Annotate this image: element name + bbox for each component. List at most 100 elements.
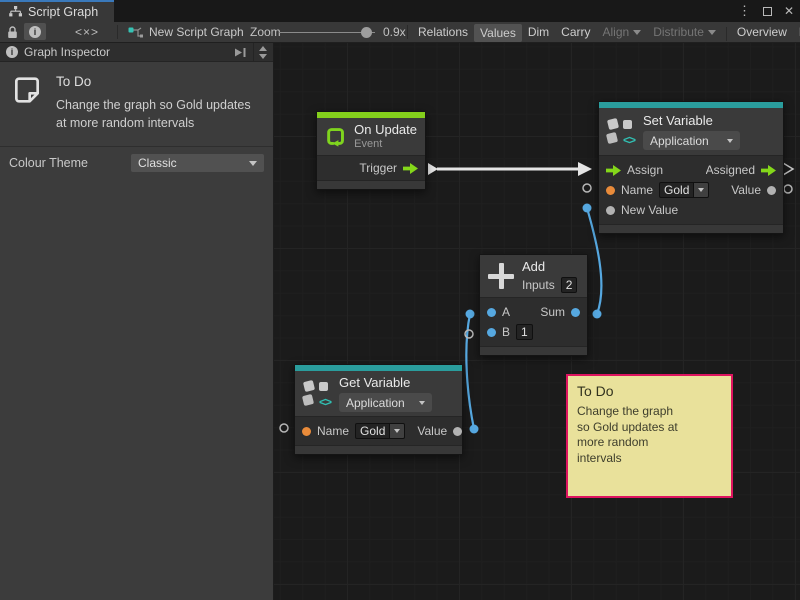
info-icon: i: [29, 26, 41, 38]
variables-icon: <>: [303, 380, 331, 407]
port-row-new-value: New Value: [606, 200, 776, 220]
variable-name-value[interactable]: Gold: [659, 182, 694, 198]
port-connection-dot[interactable]: [593, 310, 602, 319]
wire-end-arrow-icon: [578, 162, 592, 176]
kebab-menu-icon[interactable]: ⋮: [738, 3, 751, 19]
update-loop-icon: [325, 123, 346, 150]
graph-breadcrumb[interactable]: New Script Graph: [128, 22, 244, 42]
toolbar-separator: [407, 25, 408, 39]
new-value-port-label: New Value: [621, 203, 678, 217]
tab-title: Script Graph: [28, 5, 98, 19]
assigned-port-label: Assigned: [706, 163, 755, 177]
toolbar-separator: [117, 25, 118, 39]
name-port-icon[interactable]: [302, 427, 311, 436]
carry-button[interactable]: Carry: [555, 22, 596, 42]
node-set-variable[interactable]: <> Set Variable Application Assign Assig…: [598, 101, 784, 234]
todo-summary: To Do Change the graph so Gold updates a…: [0, 62, 273, 147]
node-get-variable[interactable]: <> Get Variable Application Name Gold Va…: [294, 364, 463, 455]
panel-expand-icon[interactable]: [233, 47, 247, 58]
a-port-label: A: [502, 305, 510, 319]
tab-script-graph[interactable]: Script Graph: [0, 0, 114, 22]
port-connection-dot[interactable]: [583, 204, 592, 213]
flow-arrow-icon[interactable]: [761, 165, 776, 176]
a-port-icon[interactable]: [487, 308, 496, 317]
node-add[interactable]: Add Inputs 2 A Sum B 1: [479, 254, 588, 356]
empty-port-circle-icon[interactable]: [465, 330, 473, 338]
node-title: Get Variable: [339, 375, 432, 391]
port-row-assign: Assign Assigned: [606, 160, 776, 180]
align-label: Align: [603, 25, 630, 39]
name-port-icon[interactable]: [606, 186, 615, 195]
empty-port-circle-icon[interactable]: [583, 184, 591, 192]
b-port-icon[interactable]: [487, 328, 496, 337]
zoom-slider-handle[interactable]: [361, 27, 372, 38]
port-row-a-sum: A Sum: [487, 302, 580, 322]
empty-port-circle-icon[interactable]: [280, 424, 288, 432]
empty-port-circle-icon[interactable]: [784, 185, 792, 193]
graph-canvas[interactable]: On Update Event Trigger <> Set Variable: [274, 43, 800, 600]
wire-start-arrow-icon: [428, 163, 438, 175]
flow-arrow-icon[interactable]: [606, 165, 621, 176]
port-row-b: B 1: [487, 322, 580, 342]
dim-button[interactable]: Dim: [522, 22, 555, 42]
colour-theme-value: Classic: [138, 156, 177, 170]
variable-name-dropdown[interactable]: Gold: [355, 423, 405, 439]
name-port-label: Name: [317, 424, 349, 438]
variable-scope-dropdown[interactable]: Application: [643, 131, 740, 150]
overview-button[interactable]: Overview: [731, 22, 793, 42]
scope-value: Application: [346, 396, 405, 410]
empty-flow-port-icon[interactable]: [783, 163, 793, 175]
variable-scope-dropdown[interactable]: Application: [339, 393, 432, 412]
maximize-icon[interactable]: [763, 7, 772, 16]
zoom-slider[interactable]: [279, 32, 375, 33]
variable-name-dropdown[interactable]: Gold: [659, 182, 709, 198]
fullscreen-button[interactable]: Full Screen: [793, 22, 800, 42]
value-port-label: Value: [417, 424, 447, 438]
zoom-value: 0.9x: [383, 22, 406, 42]
close-icon[interactable]: ✕: [784, 4, 794, 18]
colour-theme-row: Colour Theme Classic: [0, 147, 273, 179]
port-row-name-value: Name Gold Value: [302, 421, 455, 441]
sum-port-icon[interactable]: [571, 308, 580, 317]
colour-theme-dropdown[interactable]: Classic: [131, 154, 264, 172]
inspector-header: i Graph Inspector: [0, 43, 273, 62]
variable-name-value[interactable]: Gold: [355, 423, 390, 439]
window-controls: ⋮ ✕: [738, 0, 794, 22]
trigger-port-label: Trigger: [359, 161, 397, 175]
value-port-icon[interactable]: [453, 427, 462, 436]
new-value-port-icon[interactable]: [606, 206, 615, 215]
port-row-name-value: Name Gold Value: [606, 180, 776, 200]
values-button[interactable]: Values: [474, 24, 522, 42]
scope-value: Application: [650, 134, 709, 148]
flow-arrow-icon[interactable]: [403, 163, 418, 174]
b-value-field[interactable]: 1: [516, 324, 533, 340]
caret-down-icon: [633, 30, 641, 35]
sticky-note-body: Change the graph so Gold updates at more…: [577, 404, 685, 466]
toolbar: i <×> New Script Graph Zoom 0.9x Relatio…: [0, 22, 800, 43]
node-on-update[interactable]: On Update Event Trigger: [316, 111, 426, 190]
caret-down-icon: [708, 30, 716, 35]
port-connection-dot[interactable]: [466, 310, 475, 319]
node-footer: [480, 346, 587, 355]
toolbar-buttons: Relations Values Dim Carry Align Distrib…: [412, 22, 800, 42]
sticky-note-title: To Do: [577, 383, 722, 399]
info-icon: i: [6, 46, 18, 58]
value-port-icon[interactable]: [767, 186, 776, 195]
code-view-icon[interactable]: <×>: [70, 22, 104, 42]
spinner-up-icon[interactable]: [259, 46, 267, 51]
sticky-note[interactable]: To Do Change the graph so Gold updates a…: [566, 374, 733, 498]
port-connection-dot[interactable]: [470, 425, 479, 434]
inputs-count-field[interactable]: 2: [561, 277, 578, 293]
dropdown-button[interactable]: [694, 182, 709, 198]
dropdown-button[interactable]: [390, 423, 405, 439]
relations-button[interactable]: Relations: [412, 22, 474, 42]
port-row-trigger: Trigger: [324, 158, 418, 178]
colour-theme-label: Colour Theme: [9, 156, 88, 170]
node-footer: [599, 224, 783, 233]
spinner-down-icon[interactable]: [259, 54, 267, 59]
caret-down-icon: [419, 401, 425, 405]
inspector-toggle-button[interactable]: i: [24, 23, 46, 40]
lock-icon[interactable]: [7, 22, 18, 42]
titlebar: Script Graph ⋮ ✕: [0, 0, 800, 22]
node-title: On Update: [354, 122, 417, 138]
